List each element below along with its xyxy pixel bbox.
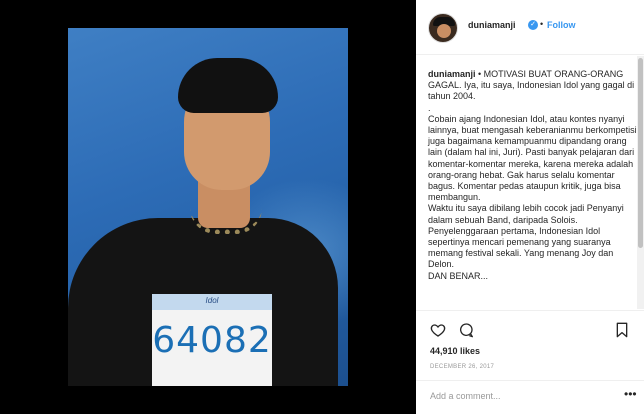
caption-line: Cobain ajang Indonesian Idol, atau konte…: [428, 113, 637, 203]
avatar[interactable]: [428, 13, 458, 43]
post-side-panel: duniamanji ✓ • Follow duniamanji • MOTIV…: [416, 0, 644, 414]
bib-logo: Idol: [205, 296, 219, 305]
header-separator: •: [540, 19, 544, 29]
bib-number: 64082: [152, 320, 272, 361]
scrollbar-thumb[interactable]: [638, 58, 643, 248]
caption-line: DAN BENAR...: [428, 270, 489, 281]
username-link[interactable]: duniamanji: [468, 20, 516, 30]
likes-count[interactable]: 44,910 likes: [430, 346, 480, 356]
post-header: duniamanji ✓ • Follow: [416, 0, 644, 55]
comment-icon[interactable]: [458, 322, 474, 338]
avatar-face: [437, 24, 451, 38]
contestant-bib: Idol 64082: [152, 294, 272, 386]
caption-line: .: [428, 102, 431, 113]
bookmark-icon[interactable]: [614, 322, 630, 338]
post-photo[interactable]: Idol 64082: [68, 28, 348, 386]
follow-button[interactable]: Follow: [547, 20, 576, 30]
caption-scrollbar[interactable]: [637, 56, 644, 309]
post-media: Idol 64082: [0, 0, 416, 414]
caption-text: duniamanji • MOTIVASI BUAT ORANG-ORANG G…: [428, 69, 638, 282]
post-actions: [416, 310, 644, 346]
verified-badge-icon: ✓: [528, 20, 538, 30]
heart-icon[interactable]: [430, 322, 446, 338]
comment-input[interactable]: Add a comment...: [430, 391, 501, 401]
caption-scroll-area[interactable]: duniamanji • MOTIVASI BUAT ORANG-ORANG G…: [416, 56, 644, 309]
comment-bar: Add a comment... •••: [416, 380, 644, 414]
post-date[interactable]: DECEMBER 26, 2017: [430, 364, 494, 370]
caption-line: Waktu itu saya dibilang lebih cocok jadi…: [428, 203, 624, 270]
person-hair: [178, 58, 278, 113]
caption-username[interactable]: duniamanji: [428, 69, 476, 79]
more-options-icon[interactable]: •••: [624, 387, 637, 401]
